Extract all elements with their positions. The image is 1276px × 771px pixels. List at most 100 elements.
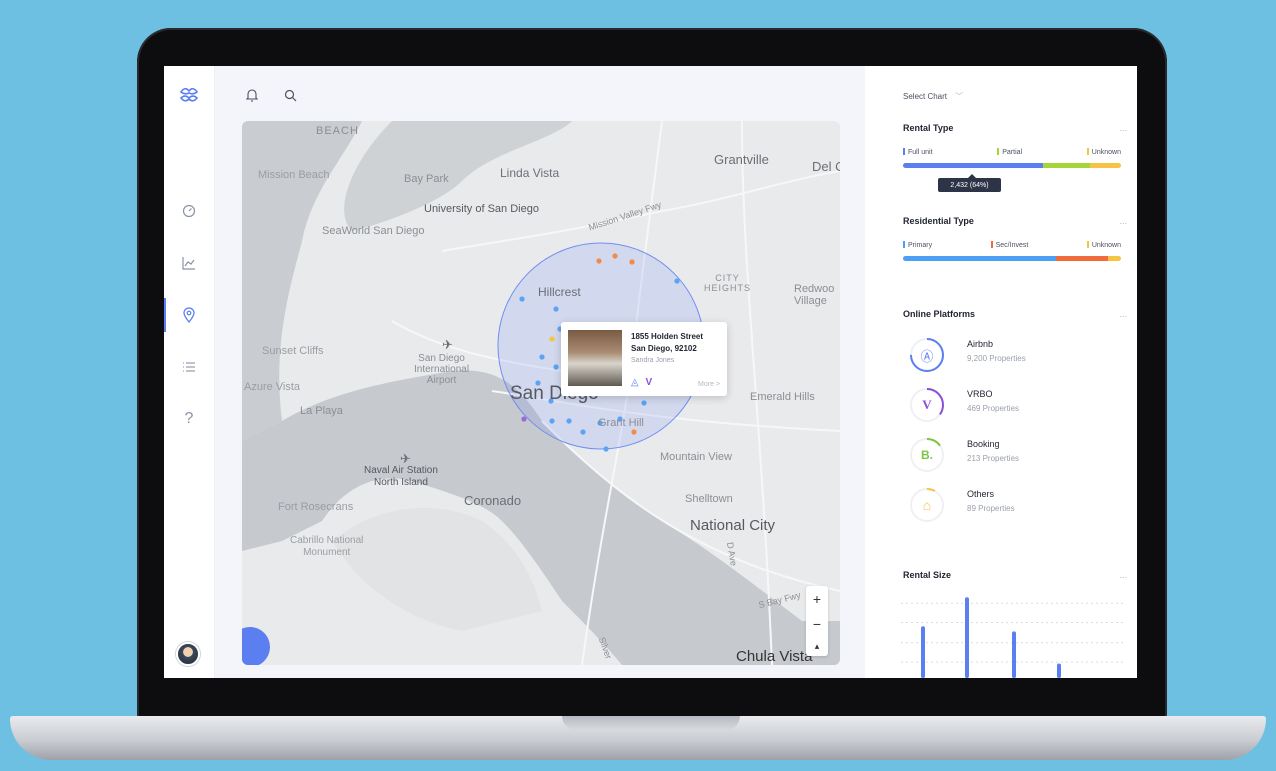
rental-size-chart <box>901 597 1126 678</box>
line-chart-icon[interactable] <box>176 250 202 276</box>
home-icon: ⌂ <box>922 497 932 513</box>
platform-name: Others <box>967 489 995 499</box>
map-pin-icon[interactable] <box>176 302 202 328</box>
vrbo-icon: V <box>645 377 653 388</box>
sidebar: ? <box>164 66 215 678</box>
residential-type-bar[interactable] <box>903 256 1121 261</box>
popup-address-line2: San Diego, 92102 <box>631 344 697 353</box>
platform-count: 469 Properties <box>967 404 1020 413</box>
chevron-down-icon: ﹀ <box>955 92 964 101</box>
map-label-redwood-village: Redwoo Village <box>794 283 835 307</box>
list-icon[interactable] <box>176 354 202 380</box>
rental-type-partial-segment[interactable] <box>1042 163 1091 168</box>
platform-airbnb[interactable]: Ⓐ Airbnb 9,200 Properties <box>909 337 1119 377</box>
legend-partial: Partial <box>997 148 1022 156</box>
rental-type-bar[interactable] <box>903 163 1121 168</box>
property-popup[interactable]: 1855 Holden Street San Diego, 92102 Sand… <box>561 322 727 396</box>
platform-vrbo[interactable]: V VRBO 469 Properties <box>909 387 1119 427</box>
residential-sec-invest-segment[interactable] <box>1055 256 1108 261</box>
map-label-seaworld: SeaWorld San Diego <box>322 225 425 237</box>
map-label-beach: BEACH <box>316 125 359 137</box>
map-label-city-heights: CITY HEIGHTS <box>704 273 752 293</box>
map-label-national-city: National City <box>690 517 776 534</box>
compass-icon[interactable]: ▴ <box>815 641 820 652</box>
map-label-naval-air: Naval Air Station North Island <box>364 465 438 488</box>
legend-primary: Primary <box>903 241 932 249</box>
map-label-coronado: Coronado <box>464 493 522 508</box>
platform-name: VRBO <box>967 389 993 399</box>
booking-icon: B. <box>921 448 933 462</box>
platform-count: 9,200 Properties <box>967 354 1026 363</box>
online-platforms-title: Online Platforms <box>903 309 976 319</box>
map-label-emerald-hills: Emerald Hills <box>750 391 815 403</box>
map-label-la-playa: La Playa <box>300 405 343 417</box>
platform-name: Booking <box>967 439 1000 449</box>
airbnb-icon: ◬ <box>631 377 639 388</box>
residential-primary-segment[interactable] <box>903 256 1056 261</box>
platform-others[interactable]: ⌂ Others 89 Properties <box>909 487 1119 527</box>
svg-text:✈: ✈ <box>442 338 453 353</box>
rental-type-more-button[interactable]: ... <box>1119 123 1127 133</box>
map-label-bay-park: Bay Park <box>404 173 449 185</box>
app-screen: ? ✈ ✈ BEACH Mission Beach Bay Park Linda… <box>164 66 1137 678</box>
map-label-sunset-cliffs: Sunset Cliffs <box>262 345 324 357</box>
residential-type-more-button[interactable]: ... <box>1119 216 1127 226</box>
residential-type-legend: Primary Sec/Invest Unknown <box>903 241 1121 249</box>
popup-owner: Sandra Jones <box>631 357 675 364</box>
rental-size-more-button[interactable]: ... <box>1119 570 1127 580</box>
rental-type-unknown-segment[interactable] <box>1090 163 1121 168</box>
popup-address: 1855 Holden Street San Diego, 92102 <box>631 331 703 355</box>
platform-name: Airbnb <box>967 339 994 349</box>
zoom-in-button[interactable]: + <box>813 591 821 607</box>
residential-unknown-segment[interactable] <box>1107 256 1121 261</box>
platform-count: 89 Properties <box>967 504 1015 513</box>
main-content: ✈ ✈ BEACH Mission Beach Bay Park Linda V… <box>215 66 865 678</box>
legend-full-unit: Full unit <box>903 148 933 156</box>
map-label-cabrillo: Cabrillo National Monument <box>290 535 364 558</box>
search-icon[interactable] <box>281 86 299 104</box>
bell-icon[interactable] <box>243 86 261 104</box>
map-label-chula-vista: Chula Vista <box>736 648 813 665</box>
residential-type-title: Residential Type <box>903 216 974 226</box>
map-label-fort-rosecrans: Fort Rosecrans <box>278 501 354 513</box>
popup-more-link[interactable]: More > <box>698 381 720 388</box>
rental-size-bar-1[interactable] <box>965 597 969 678</box>
laptop-notch <box>562 716 740 730</box>
logo-icon[interactable] <box>176 82 202 108</box>
map-label-mission-beach: Mission Beach <box>258 169 330 181</box>
property-photo <box>566 328 624 388</box>
map-label-azure-vista: Azure Vista <box>244 381 301 393</box>
select-chart-label: Select Chart <box>903 92 948 101</box>
map-label-grantville: Grantville <box>714 152 769 167</box>
map-label-airport: San Diego International Airport <box>414 353 470 386</box>
rental-type-title: Rental Type <box>903 123 954 133</box>
map[interactable]: ✈ ✈ BEACH Mission Beach Bay Park Linda V… <box>242 121 840 665</box>
popup-platform-icons: ◬ V <box>631 377 652 388</box>
rental-size-bar-3[interactable] <box>1057 663 1061 678</box>
legend-unknown: Unknown <box>1087 148 1121 156</box>
rental-type-full-unit-segment[interactable] <box>903 163 1043 168</box>
map-label-mountain-view: Mountain View <box>660 451 732 463</box>
map-label-hillcrest: Hillcrest <box>538 285 581 299</box>
platform-count: 213 Properties <box>967 454 1020 463</box>
avatar[interactable] <box>176 642 200 666</box>
zoom-out-button[interactable]: − <box>813 616 821 632</box>
rental-type-tooltip: 2,432 (64%) <box>938 174 1001 192</box>
stats-panel: Select Chart ﹀ Rental Type ... Full unit … <box>865 66 1137 678</box>
online-platforms-more-button[interactable]: ... <box>1119 309 1127 319</box>
active-indicator <box>164 298 166 332</box>
popup-address-line1: 1855 Holden Street <box>631 332 704 341</box>
map-label-university: University of San Diego <box>424 203 539 215</box>
select-chart-dropdown[interactable]: Select Chart ﹀ <box>903 91 963 102</box>
rental-size-bar-2[interactable] <box>1012 631 1016 678</box>
zoom-control: + − ▴ <box>806 586 828 656</box>
map-label-linda-vista: Linda Vista <box>500 166 560 180</box>
platform-booking[interactable]: B. Booking 213 Properties <box>909 437 1119 477</box>
airbnb-icon: Ⓐ <box>920 348 934 364</box>
vrbo-icon: V <box>922 397 932 412</box>
dashboard-gauge-icon[interactable] <box>176 198 202 224</box>
help-icon[interactable]: ? <box>176 406 202 432</box>
rental-size-title: Rental Size <box>903 570 952 580</box>
rental-type-legend: Full unit Partial Unknown <box>903 148 1121 156</box>
rental-size-bar-0[interactable] <box>921 626 925 678</box>
